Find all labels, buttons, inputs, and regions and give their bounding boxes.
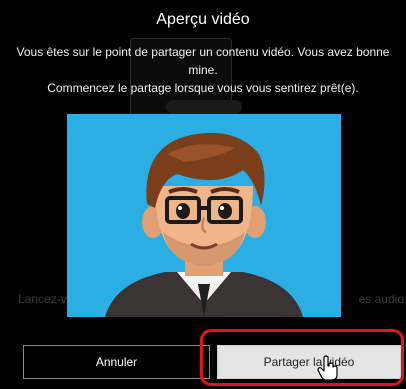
background-hint-right: es audio — [358, 292, 404, 306]
dialog-description: Vous êtes sur le point de partager un co… — [10, 43, 396, 97]
video-preview — [67, 114, 341, 317]
background-hint-left: Lancez-vo — [18, 292, 74, 306]
cartoon-avatar-icon — [67, 114, 341, 317]
dialog-title: Aperçu vidéo — [156, 11, 250, 28]
description-line-1: Vous êtes sur le point de partager un co… — [16, 45, 390, 77]
background-app-bar — [166, 100, 242, 114]
share-video-button[interactable]: Partager la vidéo — [217, 345, 401, 379]
cancel-button[interactable]: Annuler — [23, 345, 210, 379]
description-line-2: Commencez le partage lorsque vous vous s… — [47, 81, 359, 95]
